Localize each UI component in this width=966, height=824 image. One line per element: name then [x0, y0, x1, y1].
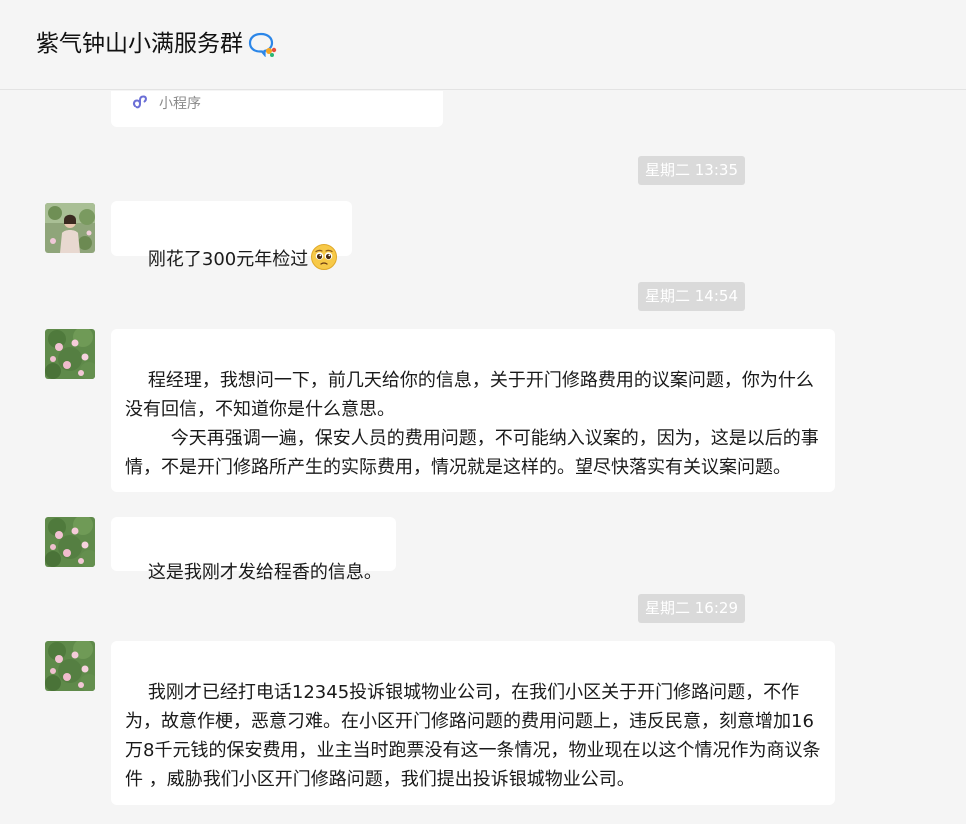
mini-program-label: 小程序	[159, 96, 201, 112]
avatar-photo-flowers	[45, 517, 95, 567]
message-bubble[interactable]: 程经理，我想问一下，前几天给你的信息，关于开门修路费用的议案问题，你为什么没有回…	[111, 329, 835, 492]
chat-header: 紫气钟山小满服务群	[0, 0, 966, 90]
message-text: 这是我刚才发给程香的信息。	[147, 562, 382, 583]
enterprise-chat-icon	[248, 32, 277, 57]
timestamp: 星期二 14:54	[638, 282, 745, 311]
message-bubble[interactable]: 刚花了300元年检过	[111, 201, 353, 270]
mini-program-card[interactable]: 小程序	[111, 91, 443, 127]
pleading-face-emoji	[311, 244, 338, 270]
group-title: 紫气钟山小满服务群	[36, 31, 243, 57]
avatar-photo-woman	[45, 203, 95, 253]
message-bubble[interactable]: 我刚才已经打电话12345投诉银城物业公司，在我们小区关于开门修路问题，不作为，…	[111, 641, 835, 805]
avatar-photo-flowers	[45, 641, 95, 691]
message-bubble[interactable]: 这是我刚才发给程香的信息。	[111, 517, 396, 583]
avatar-photo-flowers	[45, 329, 95, 379]
message-text: 我刚才已经打电话12345投诉银城物业公司，在我们小区关于开门修路问题，不作为，…	[125, 682, 821, 790]
message-text: 刚花了300元年检过	[147, 249, 309, 270]
avatar[interactable]	[45, 203, 95, 253]
message-list[interactable]: 小程序 星期二 13:35 刚花了300元年检过 星期二 14:54 程经理，我…	[0, 91, 966, 824]
timestamp: 星期二 13:35	[638, 156, 745, 185]
mini-program-icon	[132, 95, 147, 109]
message-text: 程经理，我想问一下，前几天给你的信息，关于开门修路费用的议案问题，你为什么没有回…	[125, 370, 819, 478]
group-title-row[interactable]: 紫气钟山小满服务群	[36, 26, 277, 62]
avatar[interactable]	[45, 329, 95, 379]
avatar[interactable]	[45, 641, 95, 691]
timestamp: 星期二 16:29	[638, 594, 745, 623]
avatar[interactable]	[45, 517, 95, 567]
